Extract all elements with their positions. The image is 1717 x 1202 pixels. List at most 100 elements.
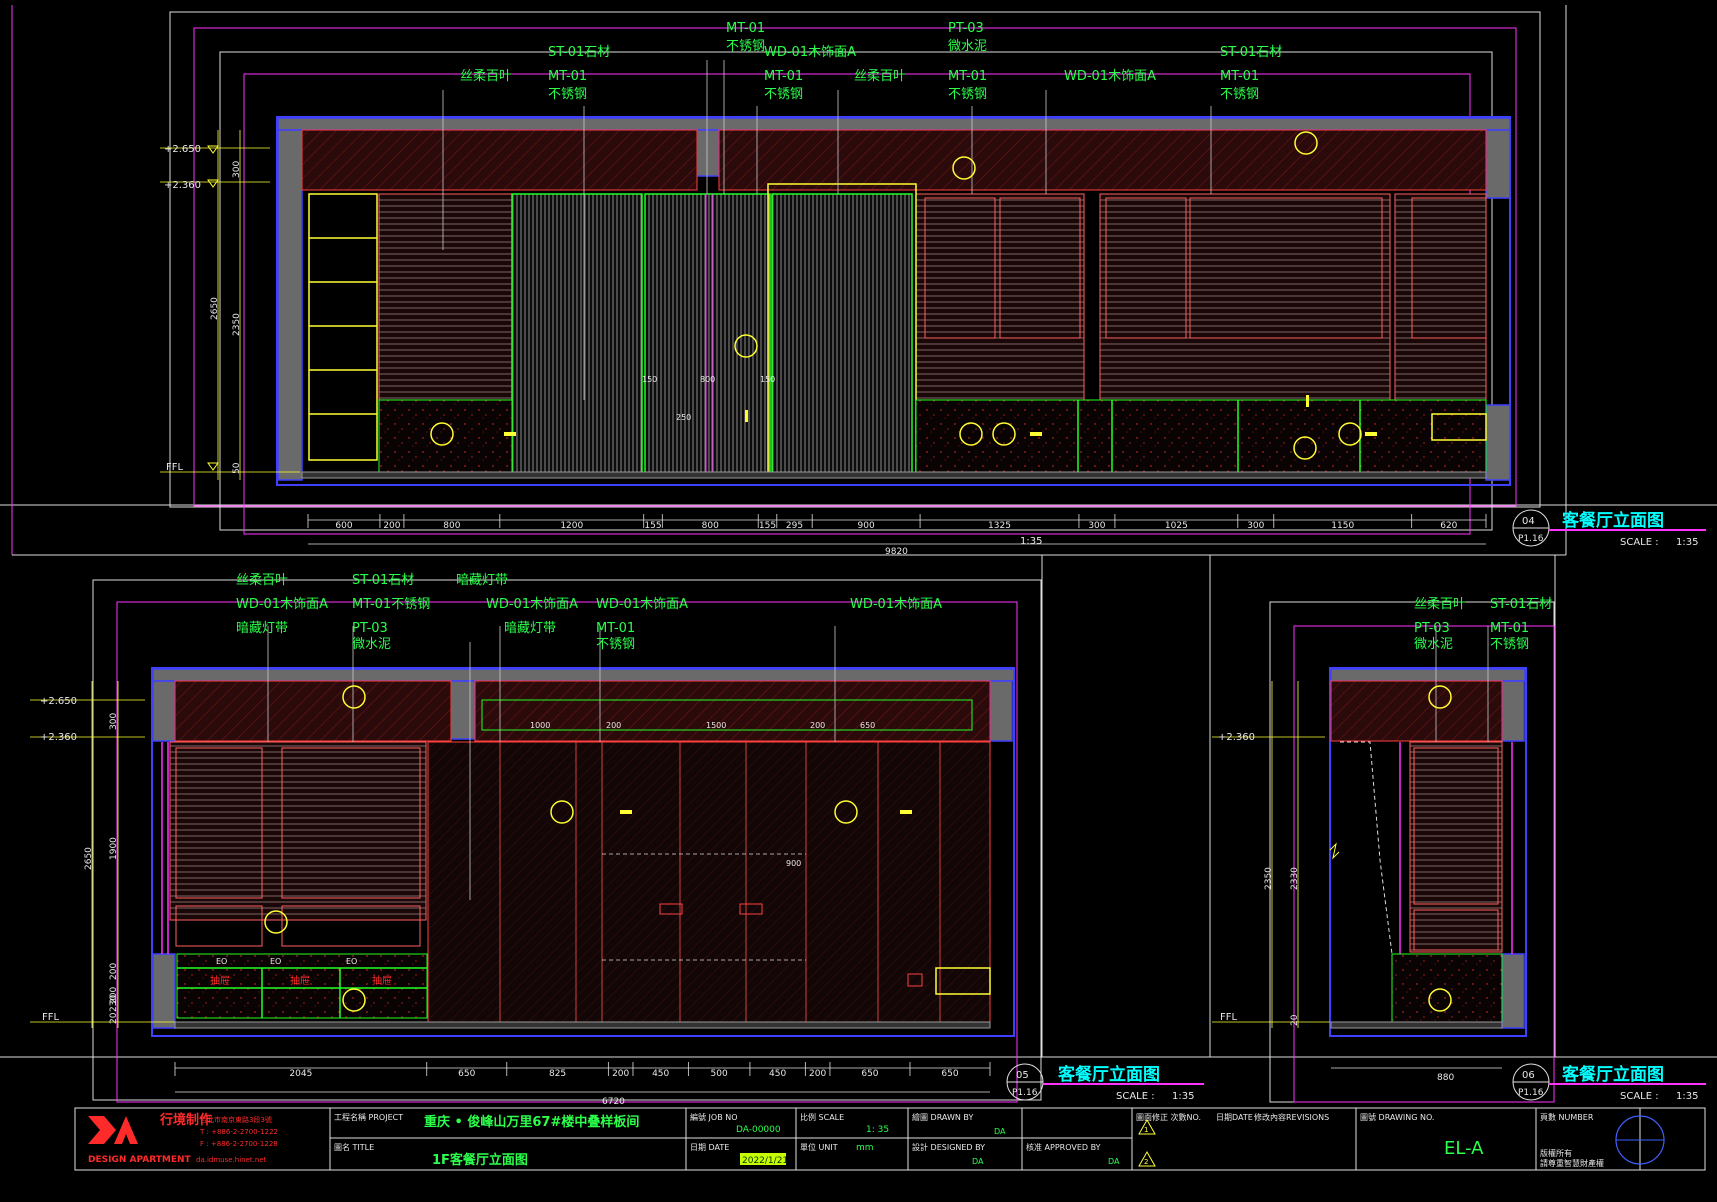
dim-text: 230 [109, 995, 119, 1012]
dim-text: 2045 [289, 1069, 312, 1079]
total-dim: 6720 [602, 1097, 625, 1107]
scale-text: 1:35 [1020, 536, 1042, 547]
level-label: +2.650 [164, 144, 201, 155]
dim-text: 450 [652, 1069, 669, 1079]
label: PT-03 [948, 21, 984, 36]
title-name: 客餐厅立面图 [1057, 1064, 1160, 1085]
dim-text: 150 [760, 375, 775, 384]
label: MT-01 [548, 69, 587, 84]
fax: F : +886-2-2700-1228 [200, 1140, 278, 1148]
labels-05: 丝柔百叶 ST-01石材 暗藏灯带 WD-01木饰面A MT-01不锈钢 WD-… [236, 573, 942, 652]
label: WD-01木饰面A [596, 597, 688, 612]
revision-1: 1 [1144, 1126, 1148, 1134]
dimension-strip-05: 2045 650 825 200 450 500 450 200 650 650 [174, 1062, 991, 1079]
label: WD-01木饰面A [486, 597, 578, 612]
scale-value: 1:35 [1676, 537, 1698, 548]
dim-text: 650 [860, 721, 875, 730]
revision-date-label: 日期DATE [1216, 1113, 1253, 1122]
dim-text: 300 [1247, 521, 1264, 531]
job-no: DA-00000 [736, 1125, 781, 1135]
title-sheet: P1.16 [1518, 534, 1544, 544]
dim-text: 2350 [232, 313, 242, 336]
level-label: FFL [1220, 1012, 1238, 1023]
title-label: 圖名 TITLE [334, 1142, 374, 1152]
label: MT-01 [1490, 621, 1529, 636]
label: PT-03 [1414, 621, 1450, 636]
dim-text: 155 [759, 521, 776, 531]
dim-text: 300 [1088, 521, 1105, 531]
dim-text: 450 [769, 1069, 786, 1079]
vdims-06: 2350 2330 20 [1264, 867, 1300, 1026]
title-number: 04 [1522, 516, 1535, 527]
label: 丝柔百叶 [460, 69, 512, 84]
level-label: +2.360 [1218, 732, 1255, 743]
label: WD-01木饰面A [1064, 69, 1156, 84]
scale-label: 比例 SCALE [800, 1112, 844, 1122]
dim-text: 200 [810, 721, 825, 730]
label: 丝柔百叶 [1414, 597, 1466, 612]
company-logo: 行境制作 DESIGN APARTMENT [88, 1112, 212, 1165]
dim-text: 300 [232, 161, 242, 178]
vdims-05: 300 2650 1900 200 200 230 20 [84, 713, 119, 1024]
title-06: 06 P1.16 客餐厅立面图 SCALE : 1:35 [1512, 1063, 1706, 1102]
approved-label: 核准 APPROVED BY [1026, 1142, 1101, 1152]
scale-value: 1:35 [1676, 1091, 1698, 1102]
level-label: +2.650 [40, 696, 77, 707]
label: 不锈钢 [948, 87, 987, 102]
label: 不锈钢 [1490, 637, 1529, 652]
dim-text: 900 [786, 859, 801, 868]
drawer-label: 抽屉 [210, 974, 230, 987]
title-number: 06 [1522, 1070, 1535, 1081]
label: WD-01木饰面A [850, 597, 942, 612]
label: MT-01 [948, 69, 987, 84]
dim-text: 1900 [109, 837, 119, 860]
eo-label: EO [346, 957, 357, 966]
dim-text: 1200 [560, 521, 583, 531]
unit-label: 單位 UNIT [800, 1142, 838, 1152]
dim-text: 800 [443, 521, 460, 531]
revision-2: 2 [1144, 1158, 1148, 1166]
cad-drawing-sheet: MT-01 不锈钢 PT-03 微水泥 ST-01石材 WD-01木饰面A ST… [0, 5, 1717, 1171]
email: da.idmuse.hinet.net [196, 1156, 267, 1164]
label: 暗藏灯带 [236, 621, 288, 636]
levels-05: +2.650 +2.360 FFL [40, 696, 77, 1023]
dim-text: 1025 [1165, 521, 1188, 531]
copyright-note: 請尊重智慧財產權 [1540, 1158, 1604, 1168]
dim-text: 200 [606, 721, 621, 730]
dim-text: 200 [109, 963, 119, 980]
labels-06: 丝柔百叶 ST-01石材 PT-03 微水泥 MT-01 不锈钢 [1414, 597, 1552, 652]
dim-text: 600 [335, 521, 352, 531]
dim-text: 800 [700, 375, 715, 384]
label: 暗藏灯带 [456, 573, 508, 588]
label: ST-01石材 [1490, 597, 1552, 612]
dim-text: 295 [786, 521, 803, 531]
revision-desc-label: 修改內容REVISIONS [1254, 1112, 1329, 1122]
title-number: 05 [1016, 1070, 1029, 1081]
dim-text: 2650 [210, 297, 220, 320]
scale-value: 1:35 [1172, 1091, 1194, 1102]
designed-value: DA [972, 1157, 984, 1166]
label: MT-01 [764, 69, 803, 84]
label: 微水泥 [352, 637, 391, 652]
eo-label: EO [270, 957, 281, 966]
eo-label: EO [216, 957, 227, 966]
label: 不锈钢 [1220, 87, 1259, 102]
approved-value: DA [1108, 1157, 1120, 1166]
drawing-no-label: 圖號 DRAWING NO. [1360, 1112, 1434, 1122]
unit-value: mm [856, 1143, 874, 1153]
label: MT-01 [596, 621, 635, 636]
label: 不锈钢 [764, 87, 803, 102]
drawn-label: 繪圖 DRAWN BY [912, 1112, 973, 1122]
project-name: 重庆 • 俊峰山万里67#楼中叠样板间 [424, 1114, 639, 1130]
total-dim: 9820 [885, 547, 908, 557]
scale-value: 1: 35 [866, 1125, 889, 1135]
label: ST-01石材 [1220, 45, 1282, 60]
label: WD-01木饰面A [764, 45, 856, 60]
levels-06: +2.360 FFL [1218, 732, 1255, 1023]
label: MT-01不锈钢 [352, 597, 430, 612]
level-label: +2.360 [40, 732, 77, 743]
dim-text: 650 [861, 1069, 878, 1079]
label: MT-01 [1220, 69, 1259, 84]
phone: T : +886-2-2700-1222 [199, 1128, 278, 1136]
labels-04: MT-01 不锈钢 PT-03 微水泥 ST-01石材 WD-01木饰面A ST… [460, 21, 1282, 102]
